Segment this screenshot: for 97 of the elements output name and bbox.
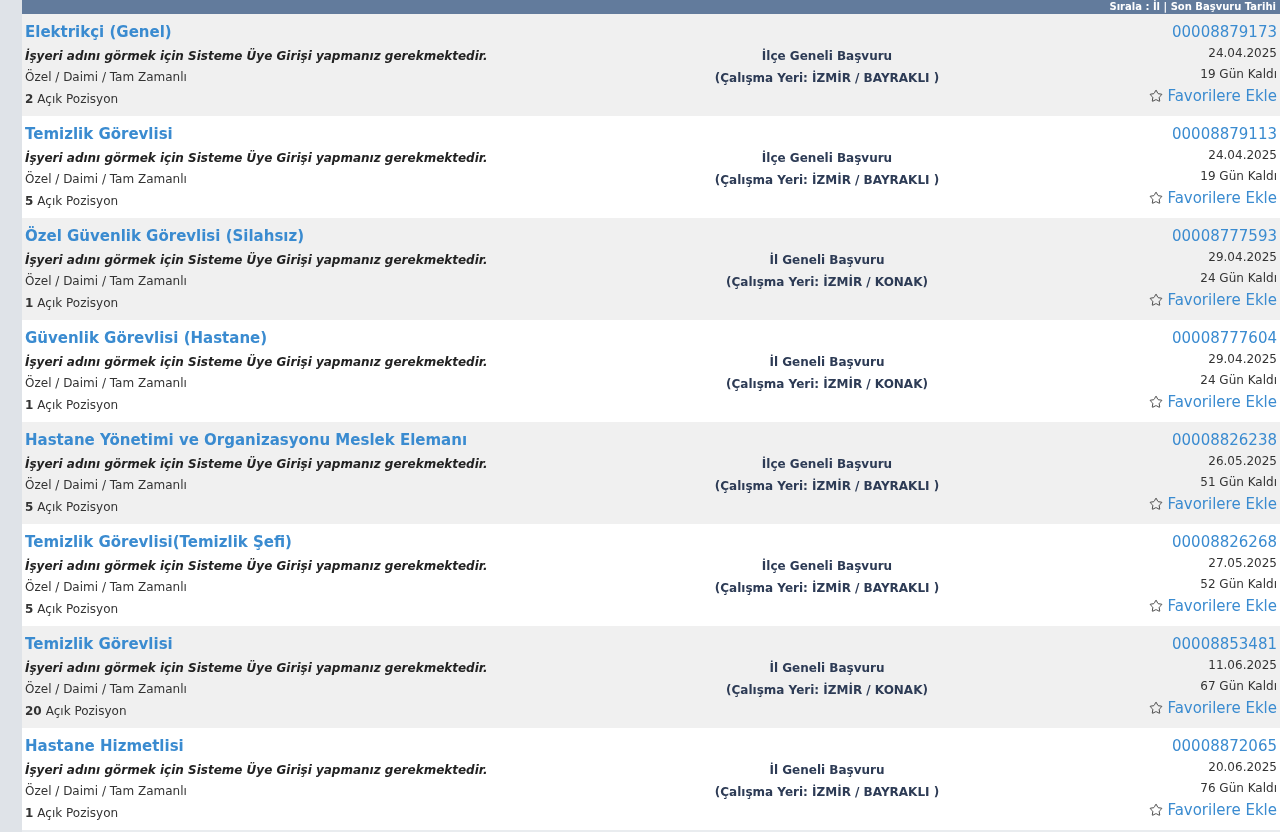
application-scope: İlçe Geneli Başvuru (761, 149, 893, 167)
days-left: 19 Gün Kaldı (1200, 66, 1277, 83)
position-label: Açık Pozisyon (37, 499, 119, 516)
work-location: (Çalışma Yeri: İZMİR / KONAK) (726, 375, 928, 393)
deadline-date: 24.04.2025 (1208, 147, 1277, 164)
add-favorite-link[interactable]: Favorilere Ekle (1149, 85, 1277, 107)
listing-number-link[interactable]: 00008879113 (1172, 123, 1277, 145)
work-location: (Çalışma Yeri: İZMİR / BAYRAKLI ) (714, 579, 940, 597)
job-type: Özel / Daimi / Tam Zamanlı (25, 272, 188, 290)
days-left: 24 Gün Kaldı (1200, 270, 1277, 287)
listing-number-link[interactable]: 00008853481 (1172, 633, 1277, 655)
days-left: 19 Gün Kaldı (1200, 168, 1277, 185)
position-label: Açık Pozisyon (37, 397, 119, 414)
application-scope: İlçe Geneli Başvuru (761, 557, 893, 575)
add-favorite-link[interactable]: Favorilere Ekle (1149, 391, 1277, 413)
position-label: Açık Pozisyon (45, 703, 127, 720)
position-label: Açık Pozisyon (37, 91, 119, 108)
listing-number-link[interactable]: 00008826268 (1172, 531, 1277, 553)
job-type: Özel / Daimi / Tam Zamanlı (25, 680, 188, 698)
position-label: Açık Pozisyon (37, 805, 119, 822)
listing-number-link[interactable]: 00008872065 (1172, 735, 1277, 757)
star-icon (1149, 497, 1164, 511)
position-count: 2 (25, 91, 34, 108)
add-favorite-link[interactable]: Favorilere Ekle (1149, 697, 1277, 719)
work-location: (Çalışma Yeri: İZMİR / BAYRAKLI ) (714, 171, 940, 189)
position-count: 1 (25, 295, 34, 312)
job-title-link[interactable]: Temizlik Görevlisi(Temizlik Şefi) (25, 531, 292, 553)
position-count: 1 (25, 805, 34, 822)
position-count: 20 (25, 703, 42, 720)
login-notice: İşyeri adını görmek için Sisteme Üye Girişi yapmanız gerekmektedir. (25, 455, 489, 473)
listing-number-link[interactable]: 00008777593 (1172, 225, 1277, 247)
application-scope: İl Geneli Başvuru (769, 761, 885, 779)
login-notice: İşyeri adını görmek için Sisteme Üye Girişi yapmanız gerekmektedir. (25, 251, 489, 269)
star-icon (1149, 803, 1164, 817)
job-title-link[interactable]: Özel Güvenlik Görevlisi (Silahsız) (25, 225, 305, 247)
login-notice: İşyeri adını görmek için Sisteme Üye Girişi yapmanız gerekmektedir. (25, 761, 489, 779)
deadline-date: 29.04.2025 (1208, 351, 1277, 368)
work-location: (Çalışma Yeri: İZMİR / BAYRAKLI ) (714, 783, 940, 801)
work-location: (Çalışma Yeri: İZMİR / KONAK) (726, 681, 928, 699)
login-notice: İşyeri adını görmek için Sisteme Üye Girişi yapmanız gerekmektedir. (25, 557, 489, 575)
application-scope: İl Geneli Başvuru (769, 353, 885, 371)
job-type: Özel / Daimi / Tam Zamanlı (25, 782, 188, 800)
position-count: 1 (25, 397, 34, 414)
star-icon (1149, 599, 1164, 613)
listing-number-link[interactable]: 00008777604 (1172, 327, 1277, 349)
application-scope: İlçe Geneli Başvuru (761, 455, 893, 473)
listing-number-link[interactable]: 00008879173 (1172, 21, 1277, 43)
application-scope: İl Geneli Başvuru (769, 659, 885, 677)
job-type: Özel / Daimi / Tam Zamanlı (25, 170, 188, 188)
application-scope: İlçe Geneli Başvuru (761, 47, 893, 65)
job-title-link[interactable]: Güvenlik Görevlisi (Hastane) (25, 327, 268, 349)
deadline-date: 20.06.2025 (1208, 759, 1277, 776)
listing-number-link[interactable]: 00008826238 (1172, 429, 1277, 451)
position-label: Açık Pozisyon (37, 193, 119, 210)
position-count: 5 (25, 193, 34, 210)
deadline-date: 11.06.2025 (1208, 657, 1277, 674)
position-count: 5 (25, 499, 34, 516)
position-label: Açık Pozisyon (37, 601, 119, 618)
job-title-link[interactable]: Hastane Hizmetlisi (25, 735, 184, 757)
deadline-date: 27.05.2025 (1208, 555, 1277, 572)
star-icon (1149, 395, 1164, 409)
deadline-date: 24.04.2025 (1208, 45, 1277, 62)
days-left: 76 Gün Kaldı (1200, 780, 1277, 797)
login-notice: İşyeri adını görmek için Sisteme Üye Girişi yapmanız gerekmektedir. (25, 659, 489, 677)
job-title-link[interactable]: Temizlik Görevlisi (25, 123, 173, 145)
login-notice: İşyeri adını görmek için Sisteme Üye Girişi yapmanız gerekmektedir. (25, 47, 489, 65)
days-left: 24 Gün Kaldı (1200, 372, 1277, 389)
position-label: Açık Pozisyon (37, 295, 119, 312)
add-favorite-link[interactable]: Favorilere Ekle (1149, 289, 1277, 311)
work-location: (Çalışma Yeri: İZMİR / KONAK) (726, 273, 928, 291)
star-icon (1149, 191, 1164, 205)
job-type: Özel / Daimi / Tam Zamanlı (25, 374, 188, 392)
job-title-link[interactable]: Temizlik Görevlisi (25, 633, 173, 655)
work-location: (Çalışma Yeri: İZMİR / BAYRAKLI ) (714, 477, 940, 495)
deadline-date: 29.04.2025 (1208, 249, 1277, 266)
login-notice: İşyeri adını görmek için Sisteme Üye Girişi yapmanız gerekmektedir. (25, 149, 489, 167)
job-title-link[interactable]: Hastane Yönetimi ve Organizasyonu Meslek Elemanı (25, 429, 468, 451)
sort-label: Sırala : İl | Son Başvuru Tarihi (1109, 1, 1276, 13)
star-icon (1149, 89, 1164, 103)
add-favorite-link[interactable]: Favorilere Ekle (1149, 595, 1277, 617)
days-left: 51 Gün Kaldı (1200, 474, 1277, 491)
job-title-link[interactable]: Elektrikçi (Genel) (25, 21, 172, 43)
add-favorite-link[interactable]: Favorilere Ekle (1149, 799, 1277, 821)
star-icon (1149, 701, 1164, 715)
days-left: 67 Gün Kaldı (1200, 678, 1277, 695)
job-type: Özel / Daimi / Tam Zamanlı (25, 578, 188, 596)
days-left: 52 Gün Kaldı (1200, 576, 1277, 593)
add-favorite-link[interactable]: Favorilere Ekle (1149, 493, 1277, 515)
job-type: Özel / Daimi / Tam Zamanlı (25, 68, 188, 86)
login-notice: İşyeri adını görmek için Sisteme Üye Girişi yapmanız gerekmektedir. (25, 353, 489, 371)
add-favorite-link[interactable]: Favorilere Ekle (1149, 187, 1277, 209)
star-icon (1149, 293, 1164, 307)
work-location: (Çalışma Yeri: İZMİR / BAYRAKLI ) (714, 69, 940, 87)
job-type: Özel / Daimi / Tam Zamanlı (25, 476, 188, 494)
deadline-date: 26.05.2025 (1208, 453, 1277, 470)
application-scope: İl Geneli Başvuru (769, 251, 885, 269)
position-count: 5 (25, 601, 34, 618)
